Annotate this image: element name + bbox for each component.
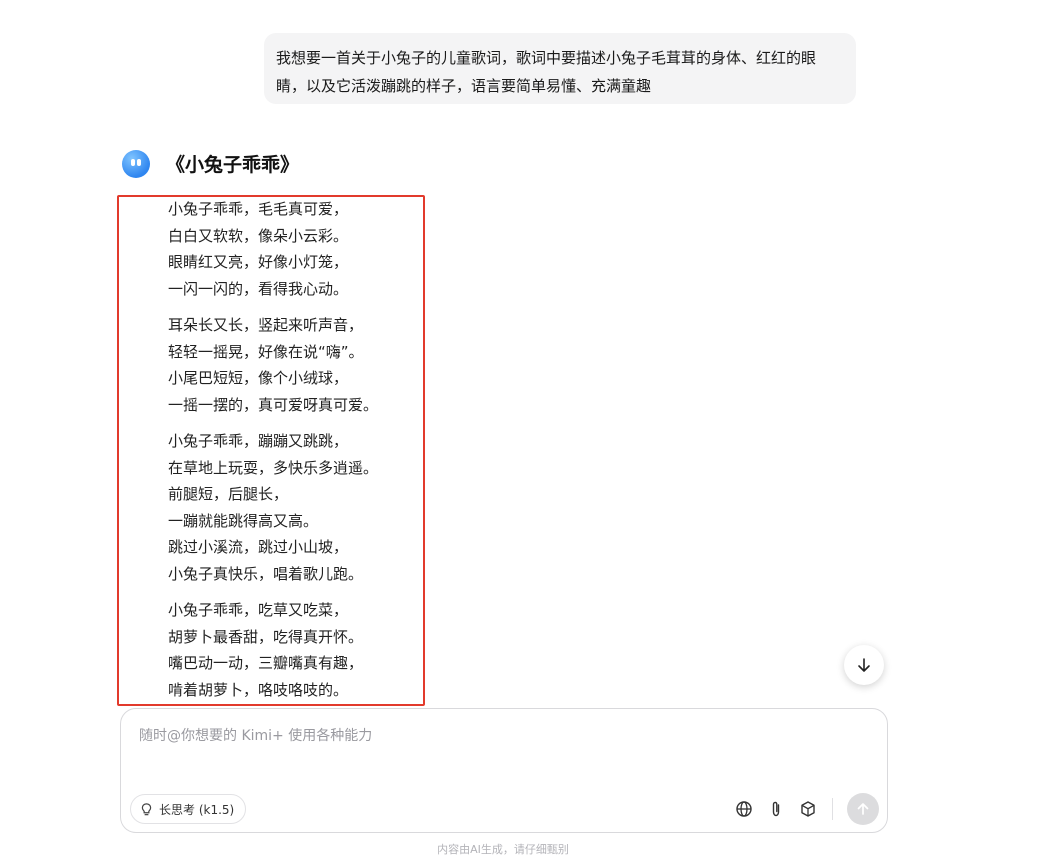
send-button[interactable] — [847, 793, 879, 825]
toolbox-button[interactable] — [797, 798, 819, 820]
user-message-bubble: 我想要一首关于小兔子的儿童歌词，歌词中要描述小兔子毛茸茸的身体、红红的眼 睛，以… — [264, 33, 856, 104]
arrow-down-icon — [858, 658, 870, 672]
lightbulb-icon — [141, 802, 152, 815]
scroll-to-bottom-button[interactable] — [844, 645, 884, 685]
globe-icon — [736, 801, 752, 817]
cube-icon — [801, 801, 815, 817]
attach-file-button[interactable] — [765, 798, 787, 820]
highlight-annotation-box — [117, 195, 425, 706]
user-message-line: 睛，以及它活泼蹦跳的样子，语言要简单易懂、充满童趣 — [276, 77, 652, 95]
paperclip-icon — [772, 801, 780, 817]
long-think-label: 长思考 (k1.5) — [159, 802, 235, 817]
user-message-line: 我想要一首关于小兔子的儿童歌词，歌词中要描述小兔子毛茸茸的身体、红红的眼 — [276, 49, 817, 67]
message-composer: 长思考 (k1.5) — [120, 708, 888, 833]
arrow-up-icon — [857, 803, 869, 815]
response-title: 《小兔子乖乖》 — [166, 154, 300, 176]
chat-input[interactable] — [137, 723, 841, 749]
kimi-avatar-icon — [122, 150, 150, 178]
web-search-button[interactable] — [733, 798, 755, 820]
long-think-toggle[interactable]: 长思考 (k1.5) — [130, 794, 247, 824]
toolbar-divider — [832, 798, 833, 820]
ai-disclaimer: 内容由AI生成，请仔细甄别 — [437, 843, 569, 856]
